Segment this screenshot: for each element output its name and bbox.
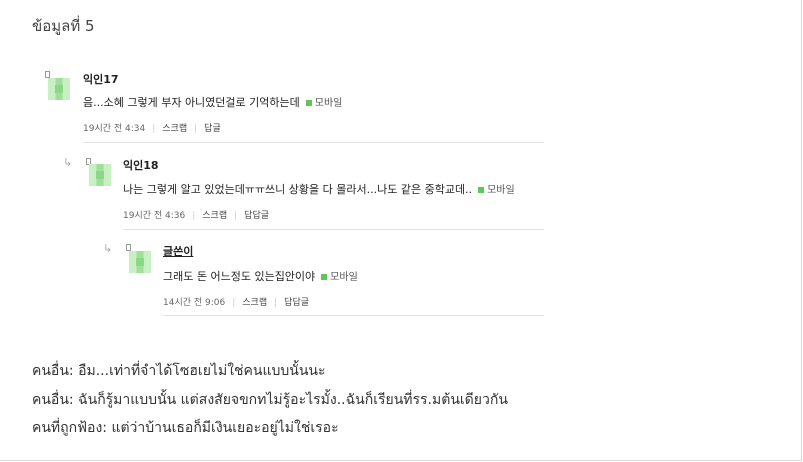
comment-text: 나는 그렇게 알고 있었는데ㅠㅠ쓰니 상황을 다 몰라서...나도 같은 중학교… bbox=[123, 181, 515, 197]
pin-icon bbox=[45, 71, 50, 78]
scrap-button[interactable]: 스크랩 bbox=[162, 124, 187, 134]
comment-time: 19시간 전 4:34 bbox=[83, 124, 146, 134]
reply-arrow-icon: ↳ bbox=[103, 242, 113, 255]
scrap-button[interactable]: 스크랩 bbox=[202, 211, 227, 221]
comment-nickname[interactable]: 익인17 bbox=[83, 71, 119, 87]
mobile-icon bbox=[478, 186, 485, 193]
narration-line-3: คนที่ถูกฟ้อง: แต่ว่าบ้านเธอก็มีเงินเยอะอ… bbox=[32, 420, 339, 436]
comment-meta: 19시간 전 4:36 | 스크랩 | 답답글 bbox=[123, 211, 270, 221]
mobile-icon bbox=[305, 99, 312, 106]
comment-nickname[interactable]: 익인18 bbox=[123, 157, 159, 173]
reply-arrow-icon: ↳ bbox=[63, 156, 73, 169]
comment-text-content: 음...소혜 그렇게 부자 아니였던걸로 기억하는데 bbox=[83, 96, 300, 109]
section-heading: ข้อมูลที่ 5 bbox=[32, 17, 95, 35]
avatar bbox=[89, 164, 111, 186]
mobile-icon bbox=[321, 273, 328, 280]
comment-meta: 19시간 전 4:34 | 스크랩 | 답글 bbox=[83, 124, 221, 134]
device-label: 모바일 bbox=[487, 185, 515, 196]
reply-button[interactable]: 답답글 bbox=[244, 211, 269, 221]
comment-time: 14시간 전 9:06 bbox=[163, 298, 226, 308]
comment-meta: 14시간 전 9:06 | 스크랩 | 답답글 bbox=[163, 298, 310, 308]
pin-icon bbox=[126, 244, 131, 251]
device-label: 모바일 bbox=[314, 98, 343, 109]
reply-button[interactable]: 답답글 bbox=[284, 298, 309, 308]
narration-line-1: คนอื่น: อืม...เท่าที่จำได้โซฮเยไม่ใช่คนแ… bbox=[32, 363, 326, 379]
scrap-button[interactable]: 스크랩 bbox=[242, 298, 267, 308]
comment-text: 음...소혜 그렇게 부자 아니였던걸로 기억하는데 모바일 bbox=[83, 94, 342, 110]
divider bbox=[123, 229, 544, 230]
comment-text: 그래도 돈 어느정도 있는집안이야 모바일 bbox=[163, 268, 358, 284]
avatar bbox=[48, 78, 70, 100]
comment-text-content: 나는 그렇게 알고 있었는데ㅠㅠ쓰니 상황을 다 몰라서...나도 같은 중학교… bbox=[123, 183, 473, 196]
narration-line-2: คนอื่น: ฉันก็รู้มาแบบนั้น แต่สงสัยจขกทไม… bbox=[32, 392, 508, 408]
comment-text-content: 그래도 돈 어느정도 있는집안이야 bbox=[163, 270, 316, 283]
divider bbox=[163, 315, 544, 316]
reply-button[interactable]: 답글 bbox=[204, 124, 221, 134]
device-label: 모바일 bbox=[330, 272, 358, 283]
comment-nickname[interactable]: 글쓴이 bbox=[163, 243, 193, 259]
avatar bbox=[129, 251, 151, 273]
divider bbox=[83, 142, 544, 143]
comment-time: 19시간 전 4:36 bbox=[123, 211, 186, 221]
